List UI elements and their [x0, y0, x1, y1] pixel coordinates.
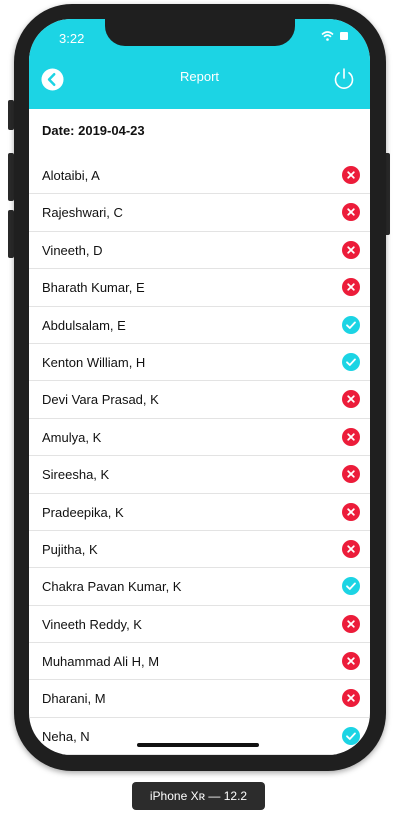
list-item[interactable]: Bharath Kumar, E [29, 269, 370, 307]
student-name: Bharath Kumar, E [42, 280, 145, 296]
student-name: Muhammad Ali H, M [42, 654, 160, 670]
status-icons [321, 31, 348, 41]
list-item[interactable]: Abdulsalam, E [29, 307, 370, 344]
student-name: Kenton William, H [42, 354, 146, 370]
student-name: Pradeepika, K [42, 504, 124, 520]
app-header: 3:22 Report [29, 19, 370, 109]
student-name: Amulya, K [42, 429, 102, 445]
student-name: Alotaibi, A [42, 168, 100, 183]
list-item[interactable]: Rajeshwari, C [29, 194, 370, 232]
close-icon [342, 278, 360, 297]
student-name: Rajeshwari, C [42, 205, 123, 221]
list-item[interactable]: Muhammad Ali H, M [29, 643, 370, 681]
student-name: Pujitha, K [42, 541, 98, 557]
checkmark-icon [342, 352, 360, 371]
list-item[interactable]: Vineeth Reddy, K [29, 606, 370, 644]
student-name: Devi Vara Prasad, K [42, 392, 159, 408]
close-icon [342, 390, 360, 409]
report-date: Date: 2019-04-23 [42, 123, 145, 138]
student-name: Dharani, M [42, 691, 106, 707]
close-icon [342, 614, 360, 633]
close-icon [342, 539, 360, 558]
student-name: Chakra Pavan Kumar, K [42, 579, 182, 595]
notch [105, 19, 295, 46]
list-item[interactable]: Sireesha, K [29, 456, 370, 494]
page-title: Report [179, 69, 220, 84]
close-icon [342, 427, 360, 446]
close-icon [342, 203, 360, 222]
student-name: Vineeth, D [42, 242, 103, 258]
close-icon [342, 166, 360, 184]
checkmark-icon [342, 577, 360, 596]
list-item[interactable]: Alotaibi, A [29, 157, 370, 195]
list-item[interactable]: Vineeth, D [29, 232, 370, 270]
close-icon [342, 240, 360, 259]
list-item[interactable]: Dharani, M [29, 680, 370, 718]
attendance-list: Alotaibi, A Rajeshwari, C Vineeth, D Bharat… [29, 157, 370, 755]
close-icon [342, 502, 360, 521]
battery-icon [340, 32, 348, 40]
app-screen: 3:22 Report Date: 2019-04-23 Alotaibi, A… [29, 19, 370, 755]
list-item[interactable]: Chakra Pavan Kumar, K [29, 568, 370, 606]
student-name: Vineeth Reddy, K [42, 616, 142, 632]
checkmark-icon [342, 726, 360, 745]
device-label: iPhone Xʀ — 12.2 [132, 782, 265, 810]
close-icon [342, 465, 360, 484]
list-item[interactable]: Amulya, K [29, 419, 370, 457]
wifi-icon [321, 31, 334, 41]
list-item[interactable]: Pujitha, K [29, 531, 370, 569]
close-icon [342, 652, 360, 671]
student-name: Neha, N [42, 728, 90, 744]
close-icon [342, 689, 360, 708]
home-indicator [137, 743, 259, 747]
status-time: 3:22 [59, 31, 85, 46]
list-item[interactable]: Neha, N [29, 718, 370, 755]
student-name: Abdulsalam, E [42, 317, 126, 333]
student-name: Sireesha, K [42, 467, 110, 483]
power-icon[interactable] [332, 67, 356, 91]
list-item[interactable]: Kenton William, H [29, 344, 370, 382]
list-item[interactable]: Pradeepika, K [29, 494, 370, 531]
list-item[interactable]: Devi Vara Prasad, K [29, 381, 370, 419]
checkmark-icon [342, 315, 360, 334]
